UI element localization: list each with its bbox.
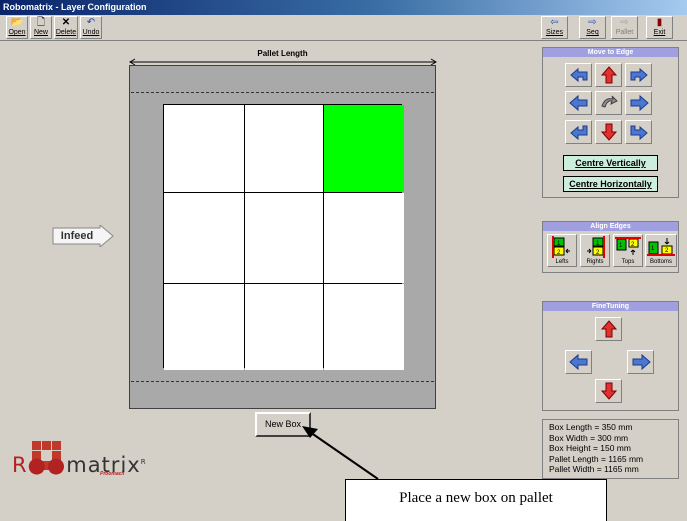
robomatrix-logo: R●●matrixR Proomach xyxy=(12,440,162,480)
align-edges-title: Align Edges xyxy=(543,222,678,231)
curved-arrow-right-icon xyxy=(630,67,648,83)
align-lefts-icon: 1 2 xyxy=(552,236,570,258)
move-bottom-button[interactable] xyxy=(595,120,622,144)
fine-down-button[interactable] xyxy=(595,379,622,403)
fine-up-button[interactable] xyxy=(595,317,622,341)
curved-arrow-left-icon xyxy=(570,67,588,83)
align-lefts-button[interactable]: 1 2 Lefts xyxy=(547,234,577,267)
folder-icon: 📂 xyxy=(10,17,24,28)
centre-vertically-button[interactable]: Centre Vertically xyxy=(563,155,658,171)
box-width-text: Box Width = 300 mm xyxy=(549,432,629,443)
delete-x-icon: ✕ xyxy=(61,17,71,28)
arrow-down-icon xyxy=(600,123,618,141)
arrow-left-icon xyxy=(569,94,588,112)
pallet-width-text: Pallet Width = 1165 mm xyxy=(549,464,639,474)
box-r3c3[interactable] xyxy=(324,284,404,370)
align-rights-button[interactable]: 1 2 Rights xyxy=(580,234,610,267)
infeed-label: Infeed xyxy=(60,230,94,242)
box-r1c1[interactable] xyxy=(164,105,244,192)
move-top-button[interactable] xyxy=(595,63,622,87)
exit-door-icon: ▮ xyxy=(656,17,663,28)
pallet-length-text: Pallet Length = 1165 mm xyxy=(549,453,644,464)
box-length-text: Box Length = 350 mm xyxy=(549,422,633,432)
arrow-right-icon xyxy=(632,353,651,371)
move-top-right-button[interactable] xyxy=(625,63,652,87)
box-r1c3-selected[interactable] xyxy=(324,105,404,192)
callout-box: Place a new box on pallet xyxy=(345,479,607,521)
move-to-edge-title: Move to Edge xyxy=(543,48,678,57)
centre-horizontally-button[interactable]: Centre Horizontally xyxy=(563,176,658,192)
exit-button[interactable]: ▮ Exit xyxy=(646,16,673,39)
pallet-edge-bottom xyxy=(131,381,434,382)
align-bottoms-icon: 1 2 xyxy=(647,238,675,256)
fine-tuning-title: FineTuning xyxy=(543,302,678,311)
arrow-up-icon xyxy=(600,66,618,84)
align-tops-button[interactable]: 1 2 Tops xyxy=(613,234,643,267)
box-height-text: Box Height = 150 mm xyxy=(549,443,631,453)
align-rights-icon: 1 2 xyxy=(587,236,605,258)
arrow-right-icon xyxy=(630,94,649,112)
fine-right-button[interactable] xyxy=(627,350,654,374)
window-title: Robomatrix - Layer Configuration xyxy=(0,0,687,15)
align-bottoms-button[interactable]: 1 2 Bottoms xyxy=(645,234,677,267)
move-bottom-right-button[interactable] xyxy=(625,120,652,144)
box-r3c1[interactable] xyxy=(164,284,244,370)
arrow-left-icon: ⇦ xyxy=(550,17,559,28)
box-r2c2[interactable] xyxy=(245,193,323,283)
new-box-button[interactable]: New Box xyxy=(255,412,311,437)
move-right-button[interactable] xyxy=(625,91,652,115)
box-grid xyxy=(163,104,404,370)
arrow-right-icon: ⇨ xyxy=(620,17,629,28)
arrow-left-icon xyxy=(569,353,588,371)
box-r1c2[interactable] xyxy=(245,105,323,192)
pallet-button[interactable]: ⇨ Pallet xyxy=(611,16,638,39)
dimensions-info: Box Length = 350 mm Box Width = 300 mm B… xyxy=(549,422,679,476)
arrow-up-icon xyxy=(600,320,618,338)
box-r2c3[interactable] xyxy=(324,193,404,283)
new-document-icon: 🗋 xyxy=(36,17,46,28)
infeed-indicator: Infeed xyxy=(52,223,114,249)
pallet-edge-top xyxy=(131,92,434,93)
toolbar: 📂 Open 🗋 New ✕ Delete ↶ Undo ⇦ Sizes ⇨ S… xyxy=(0,15,687,41)
rotate-button[interactable] xyxy=(595,91,622,115)
box-r3c2[interactable] xyxy=(245,284,323,370)
arrow-right-icon: ⇨ xyxy=(588,17,597,28)
curved-arrow-left-icon xyxy=(570,125,588,141)
align-tops-icon: 1 2 xyxy=(615,237,641,255)
delete-button[interactable]: ✕ Delete xyxy=(54,16,78,39)
move-top-left-button[interactable] xyxy=(565,63,592,87)
app-window: Robomatrix - Layer Configuration 📂 Open … xyxy=(0,0,687,521)
rotate-icon xyxy=(601,95,618,108)
sizes-button[interactable]: ⇦ Sizes xyxy=(541,16,568,39)
arrow-down-icon xyxy=(600,382,618,400)
box-r2c1[interactable] xyxy=(164,193,244,283)
fine-left-button[interactable] xyxy=(565,350,592,374)
undo-icon: ↶ xyxy=(86,17,96,28)
curved-arrow-right-icon xyxy=(630,125,648,141)
seq-button[interactable]: ⇨ Seq xyxy=(579,16,606,39)
open-button[interactable]: 📂 Open xyxy=(6,16,28,39)
new-button[interactable]: 🗋 New xyxy=(30,16,52,39)
undo-button[interactable]: ↶ Undo xyxy=(80,16,102,39)
move-left-button[interactable] xyxy=(565,91,592,115)
move-bottom-left-button[interactable] xyxy=(565,120,592,144)
